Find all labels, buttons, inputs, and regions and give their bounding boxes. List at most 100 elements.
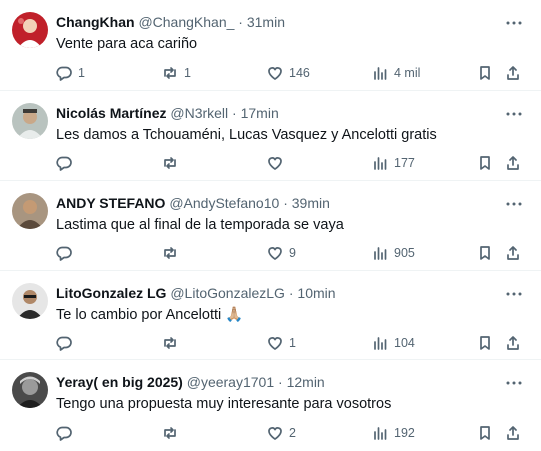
reply-text: Tengo una propuesta muy interesante para…: [56, 396, 392, 412]
like-count: 9: [289, 246, 296, 260]
action-bar: 9 905: [0, 243, 541, 263]
author-name[interactable]: ANDY STEFANO: [56, 195, 165, 211]
share-button[interactable]: [505, 153, 521, 173]
views-button[interactable]: 4 mil: [372, 63, 420, 83]
reply-header: Yeray( en big 2025) @yeeray1701 · 12min: [56, 373, 325, 391]
reply-button[interactable]: [56, 423, 78, 443]
views-button[interactable]: 177: [372, 153, 415, 173]
like-count: 1: [289, 336, 296, 350]
share-upload-icon: [507, 66, 519, 80]
timestamp[interactable]: 12min: [287, 374, 325, 390]
like-button[interactable]: 2: [267, 423, 296, 443]
reply-bubble-icon: [56, 246, 72, 261]
reply-bubble-icon: [56, 66, 72, 81]
bookmark-button[interactable]: [477, 243, 493, 263]
author-name[interactable]: Nicolás Martínez: [56, 105, 166, 121]
reply-bubble-icon: [56, 426, 72, 441]
bookmark-icon: [480, 66, 490, 80]
bookmark-button[interactable]: [477, 153, 493, 173]
view-count: 905: [394, 246, 415, 260]
author-name[interactable]: ChangKhan: [56, 14, 135, 30]
bookmark-button[interactable]: [477, 333, 493, 353]
views-bar-chart-icon: [374, 67, 387, 80]
more-horizontal-icon[interactable]: [505, 105, 523, 123]
avatar[interactable]: [12, 193, 48, 229]
repost-arrows-icon: [164, 247, 176, 259]
view-count: 104: [394, 336, 415, 350]
bookmark-icon: [480, 246, 490, 260]
reply-item[interactable]: Nicolás Martínez @N3rkell · 17min Les da…: [0, 91, 541, 181]
reply-text: Vente para aca cariño: [56, 36, 198, 52]
repost-button[interactable]: [162, 333, 184, 353]
timestamp[interactable]: 31min: [247, 14, 285, 30]
share-button[interactable]: [505, 243, 521, 263]
author-name[interactable]: LitoGonzalez LG: [56, 285, 166, 301]
share-button[interactable]: [505, 423, 521, 443]
reply-item[interactable]: LitoGonzalez LG @LitoGonzalezLG · 10min …: [0, 271, 541, 360]
like-button[interactable]: 9: [267, 243, 296, 263]
heart-icon: [268, 427, 282, 440]
repost-arrows-icon: [164, 427, 176, 439]
more-horizontal-icon[interactable]: [505, 374, 523, 392]
author-name[interactable]: Yeray( en big 2025): [56, 374, 183, 390]
timestamp[interactable]: 10min: [297, 285, 335, 301]
views-button[interactable]: 104: [372, 333, 415, 353]
like-button[interactable]: 1: [267, 333, 296, 353]
separator-dot: ·: [288, 285, 294, 301]
author-handle[interactable]: @N3rkell: [170, 105, 228, 121]
share-upload-icon: [507, 336, 519, 350]
separator-dot: ·: [232, 105, 237, 121]
views-bar-chart-icon: [374, 157, 387, 170]
repost-button[interactable]: [162, 243, 184, 263]
share-button[interactable]: [505, 333, 521, 353]
views-bar-chart-icon: [374, 247, 387, 260]
reply-button[interactable]: 1: [56, 63, 85, 83]
reply-button[interactable]: [56, 333, 78, 353]
repost-button[interactable]: 1: [162, 63, 191, 83]
bookmark-icon: [480, 156, 490, 170]
like-button[interactable]: [267, 153, 289, 173]
action-bar: 2 192: [0, 423, 541, 443]
reply-item[interactable]: ChangKhan @ChangKhan_ · 31min Vente para…: [0, 0, 541, 91]
action-bar: 1 104: [0, 333, 541, 353]
avatar[interactable]: [12, 103, 48, 139]
reply-text: Te lo cambio por Ancelotti 🙏🏼: [56, 307, 244, 323]
reply-button[interactable]: [56, 153, 78, 173]
bookmark-button[interactable]: [477, 423, 493, 443]
repost-arrows-icon: [164, 157, 176, 169]
share-button[interactable]: [505, 63, 521, 83]
reply-item[interactable]: ANDY STEFANO @AndyStefano10 · 39min Last…: [0, 181, 541, 271]
more-horizontal-icon[interactable]: [505, 14, 523, 32]
timestamp[interactable]: 17min: [241, 105, 279, 121]
reply-header: ANDY STEFANO @AndyStefano10 · 39min: [56, 194, 330, 212]
more-horizontal-icon[interactable]: [505, 195, 523, 213]
avatar[interactable]: [12, 372, 48, 408]
repost-count: 1: [184, 66, 191, 80]
author-handle[interactable]: @LitoGonzalezLG: [170, 285, 285, 301]
repost-button[interactable]: [162, 423, 184, 443]
views-button[interactable]: 192: [372, 423, 415, 443]
timestamp[interactable]: 39min: [292, 195, 330, 211]
reply-bubble-icon: [56, 336, 72, 351]
reply-header: LitoGonzalez LG @LitoGonzalezLG · 10min: [56, 284, 336, 302]
reply-count: 1: [78, 66, 85, 80]
separator-dot: ·: [238, 14, 243, 30]
reply-button[interactable]: [56, 243, 78, 263]
avatar[interactable]: [12, 12, 48, 48]
more-horizontal-icon[interactable]: [505, 285, 523, 303]
repost-button[interactable]: [162, 153, 184, 173]
action-bar: 177: [0, 153, 541, 173]
bookmark-icon: [480, 336, 490, 350]
author-handle[interactable]: @AndyStefano10: [169, 195, 279, 211]
share-upload-icon: [507, 426, 519, 440]
like-button[interactable]: 146: [267, 63, 310, 83]
reply-item[interactable]: Yeray( en big 2025) @yeeray1701 · 12min …: [0, 360, 541, 451]
author-handle[interactable]: @ChangKhan_: [138, 14, 234, 30]
bookmark-button[interactable]: [477, 63, 493, 83]
heart-icon: [268, 157, 282, 170]
views-button[interactable]: 905: [372, 243, 415, 263]
share-upload-icon: [507, 156, 519, 170]
share-upload-icon: [507, 246, 519, 260]
avatar[interactable]: [12, 283, 48, 319]
author-handle[interactable]: @yeeray1701: [187, 374, 274, 390]
